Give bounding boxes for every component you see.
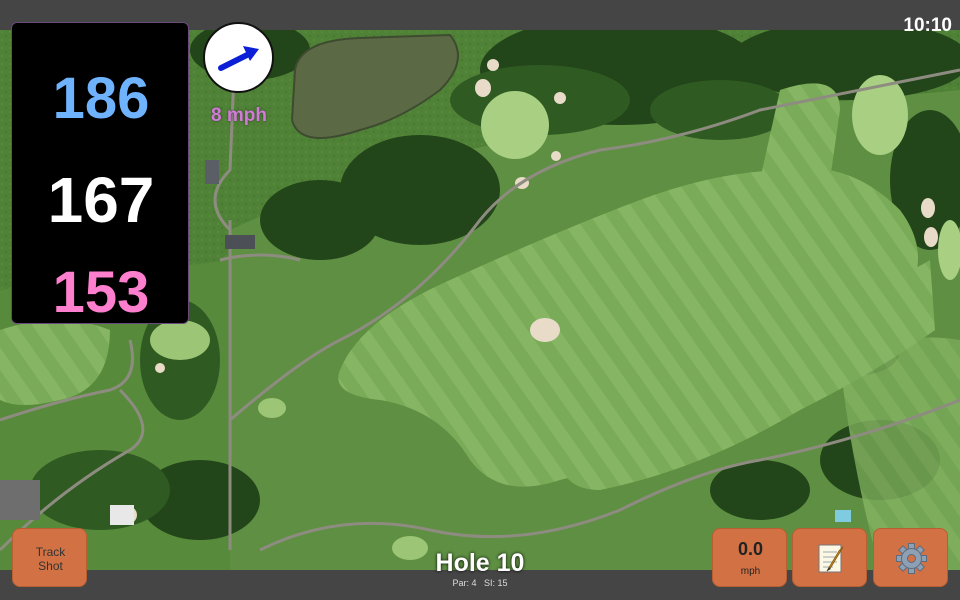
- track-shot-button[interactable]: Track Shot: [12, 528, 87, 587]
- wind-speed: 8 mph: [211, 105, 267, 126]
- track-shot-label: Track Shot: [35, 545, 66, 573]
- notepad-icon: [818, 544, 844, 573]
- front-distance: 153: [52, 260, 150, 325]
- speed-unit: mph: [740, 566, 761, 577]
- speed-value: 0.0: [737, 539, 764, 559]
- distance-panel: 186 167 153: [11, 22, 189, 325]
- center-distance: 167: [47, 164, 155, 236]
- wind-indicator: [203, 22, 274, 93]
- back-distance: 186: [52, 66, 150, 131]
- hole-title: Hole 10: [435, 549, 525, 577]
- arrow-right-icon: [218, 46, 259, 71]
- gear-icon: [896, 543, 927, 574]
- hole-info: Par: 4 SI: 15: [380, 578, 580, 588]
- notes-button[interactable]: [792, 528, 867, 587]
- clock: 10:10: [903, 15, 952, 36]
- hole-stroke-index: SI: 15: [484, 578, 508, 588]
- hole-par: Par: 4: [452, 578, 477, 588]
- shot-speed-button[interactable]: 0.0 mph: [712, 528, 787, 587]
- settings-button[interactable]: [873, 528, 948, 587]
